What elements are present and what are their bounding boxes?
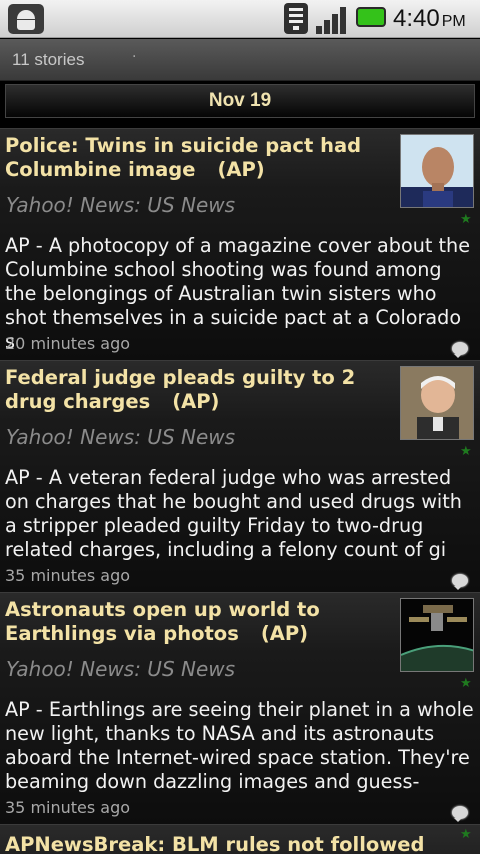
list-item[interactable]: APNewsBreak: BLM rules not followed ★ — [0, 824, 480, 854]
clock: 4:40 PM — [393, 5, 466, 33]
story-title-text: APNewsBreak: BLM rules not followed — [5, 833, 425, 854]
story-source: (AP) — [172, 390, 220, 413]
list-item[interactable]: Police: Twins in suicide pact had Columb… — [0, 128, 480, 360]
clock-ampm: PM — [441, 13, 466, 30]
story-feed: Yahoo! News: US News — [6, 425, 236, 449]
stories-header: 11 stories · — [0, 39, 480, 81]
star-icon[interactable]: ★ — [460, 676, 472, 691]
story-count: 11 stories — [12, 50, 85, 69]
signal-icon — [316, 4, 350, 34]
story-feed: Yahoo! News: US News — [6, 657, 236, 681]
wifi-icon — [284, 3, 308, 34]
story-description: AP - Earthlings are seeing their planet … — [5, 698, 474, 793]
story-time: 35 minutes ago — [5, 566, 131, 585]
story-source: (AP) — [217, 158, 265, 181]
story-source: (AP) — [260, 622, 309, 645]
star-icon[interactable]: ★ — [460, 212, 472, 227]
star-icon[interactable]: ★ — [460, 444, 472, 459]
story-title[interactable]: Federal judge pleads guilty to 2 drug ch… — [5, 366, 390, 414]
list-item[interactable]: Federal judge pleads guilty to 2 drug ch… — [0, 360, 480, 592]
comment-icon[interactable] — [452, 574, 468, 590]
battery-icon — [356, 7, 386, 27]
story-description: AP - A veteran federal judge who was arr… — [5, 466, 462, 561]
story-title[interactable]: Police: Twins in suicide pact had Columb… — [5, 134, 390, 182]
comment-icon[interactable] — [452, 342, 468, 358]
status-bar: 4:40 PM — [0, 0, 480, 38]
story-time: 35 minutes ago — [5, 798, 131, 817]
story-thumbnail[interactable] — [400, 366, 474, 440]
story-title[interactable]: Astronauts open up world to Earthlings v… — [5, 598, 390, 646]
story-time: 20 minutes ago — [5, 334, 131, 353]
date-label: Nov 19 — [208, 90, 272, 111]
story-feed: Yahoo! News: US News — [6, 193, 236, 217]
list-item[interactable]: Astronauts open up world to Earthlings v… — [0, 592, 480, 824]
star-icon[interactable]: ★ — [460, 827, 472, 842]
comment-icon[interactable] — [452, 806, 468, 822]
story-thumbnail[interactable] — [400, 134, 474, 208]
story-title[interactable]: APNewsBreak: BLM rules not followed — [5, 833, 465, 854]
story-title-text: Police: Twins in suicide pact had Columb… — [5, 134, 362, 181]
clock-time: 4:40 — [393, 5, 440, 32]
header-dot: · — [132, 49, 137, 65]
story-thumbnail[interactable] — [400, 598, 474, 672]
android-debug-icon — [8, 4, 44, 34]
date-separator: Nov 19 — [5, 84, 475, 118]
